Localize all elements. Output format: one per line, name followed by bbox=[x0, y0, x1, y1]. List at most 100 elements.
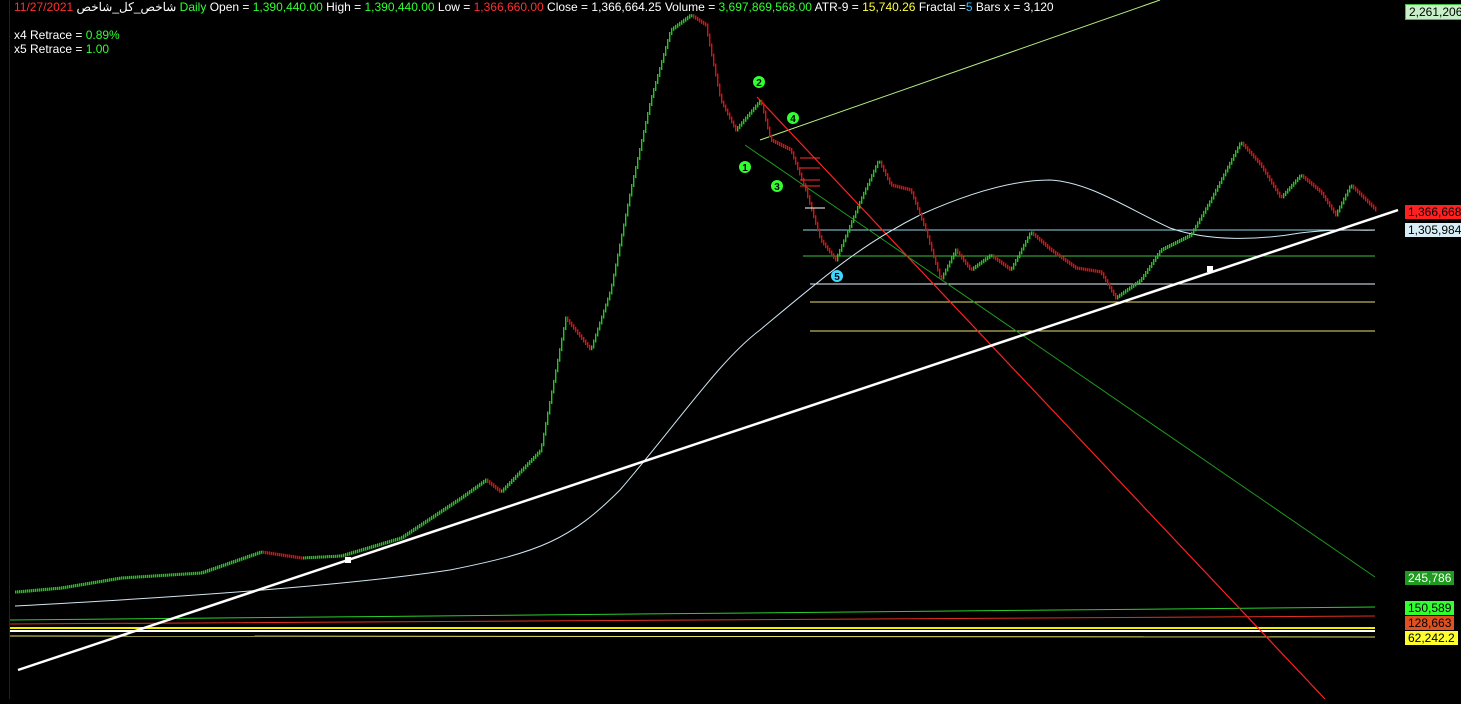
atr-value: 15,740.26 bbox=[862, 0, 916, 14]
x5-value: 1.00 bbox=[85, 42, 110, 56]
candle bbox=[1059, 253, 1061, 258]
candle bbox=[1359, 190, 1361, 196]
candle bbox=[819, 228, 821, 239]
candle bbox=[487, 478, 489, 484]
candle bbox=[1189, 234, 1191, 238]
candle bbox=[233, 560, 235, 564]
candle bbox=[1097, 269, 1099, 273]
candle bbox=[265, 551, 267, 555]
candle bbox=[97, 580, 99, 584]
price-chart[interactable]: 1 2 3 4 5 شاخص_کل_شاخص 11/27/2021 Daily Open… bbox=[0, 0, 1461, 700]
candle bbox=[237, 558, 239, 563]
candle bbox=[1107, 279, 1109, 286]
candle bbox=[1079, 266, 1081, 271]
main-trendline[interactable] bbox=[17, 208, 1399, 672]
candle bbox=[19, 590, 21, 594]
chart-left-edge bbox=[0, 0, 10, 699]
candle bbox=[485, 478, 487, 483]
candle bbox=[1307, 177, 1309, 183]
candle bbox=[1067, 259, 1069, 264]
wave-label-5: 5 bbox=[834, 272, 840, 283]
candle bbox=[423, 521, 425, 526]
candle bbox=[1091, 268, 1093, 272]
candle bbox=[1111, 286, 1113, 293]
candle bbox=[367, 546, 369, 550]
candle bbox=[627, 203, 629, 217]
candle bbox=[63, 586, 65, 590]
candle bbox=[1183, 237, 1185, 241]
candle bbox=[493, 483, 495, 488]
candle bbox=[301, 556, 303, 560]
candle bbox=[1123, 290, 1125, 296]
candle bbox=[127, 576, 129, 580]
atr-label: ATR-9 = bbox=[814, 0, 863, 14]
candle bbox=[71, 584, 73, 588]
candle bbox=[1255, 155, 1257, 161]
candle bbox=[271, 551, 273, 556]
candle bbox=[1305, 176, 1307, 181]
candle bbox=[937, 261, 939, 272]
candle bbox=[33, 588, 35, 593]
candle bbox=[603, 309, 605, 319]
candle bbox=[89, 581, 91, 585]
candle bbox=[1315, 184, 1317, 190]
candle bbox=[715, 63, 717, 77]
candle bbox=[589, 344, 591, 351]
candle bbox=[645, 121, 647, 133]
candle bbox=[721, 93, 723, 104]
candle bbox=[541, 443, 543, 453]
candle bbox=[469, 490, 471, 495]
trendline-anchor-2[interactable] bbox=[1207, 266, 1213, 272]
candle bbox=[483, 479, 485, 485]
trendline-anchor-1[interactable] bbox=[345, 557, 351, 563]
candle bbox=[1213, 192, 1215, 200]
candle bbox=[391, 539, 393, 543]
candle bbox=[1023, 243, 1025, 251]
chart-canvas[interactable]: 1 2 3 4 5 bbox=[0, 0, 1461, 700]
candle bbox=[403, 534, 405, 539]
candle bbox=[1201, 214, 1203, 221]
candle bbox=[825, 242, 827, 249]
candle bbox=[365, 547, 367, 551]
candle bbox=[185, 572, 187, 576]
candle bbox=[853, 215, 855, 224]
candle bbox=[745, 116, 747, 122]
candle bbox=[593, 339, 595, 349]
candle bbox=[821, 235, 823, 243]
channel-line-light-green bbox=[759, 0, 1161, 141]
candle bbox=[1081, 267, 1083, 271]
candle bbox=[449, 503, 451, 509]
candle bbox=[1283, 193, 1285, 199]
candle bbox=[1157, 253, 1159, 259]
candle bbox=[543, 432, 545, 447]
candle bbox=[1349, 185, 1351, 193]
candle bbox=[353, 550, 355, 555]
candle bbox=[101, 579, 103, 583]
candle bbox=[79, 583, 81, 587]
candle bbox=[1235, 150, 1237, 158]
candle bbox=[275, 552, 277, 556]
candle bbox=[805, 183, 807, 192]
candle bbox=[883, 164, 885, 172]
candle bbox=[953, 252, 955, 260]
candle bbox=[67, 585, 69, 589]
candle bbox=[1199, 217, 1201, 225]
candle bbox=[283, 553, 285, 557]
candle bbox=[561, 337, 563, 352]
candle bbox=[817, 221, 819, 232]
candle bbox=[775, 140, 777, 144]
candle bbox=[521, 468, 523, 474]
candle bbox=[481, 481, 483, 486]
candle bbox=[727, 108, 729, 116]
candle bbox=[803, 177, 805, 187]
candle bbox=[757, 102, 759, 108]
candle bbox=[1245, 143, 1247, 150]
candle bbox=[701, 19, 703, 24]
candle bbox=[27, 589, 29, 593]
candle bbox=[791, 148, 793, 155]
candle bbox=[837, 253, 839, 262]
candle bbox=[675, 24, 677, 30]
candle bbox=[891, 181, 893, 187]
candle bbox=[679, 21, 681, 27]
candle bbox=[1253, 153, 1255, 159]
